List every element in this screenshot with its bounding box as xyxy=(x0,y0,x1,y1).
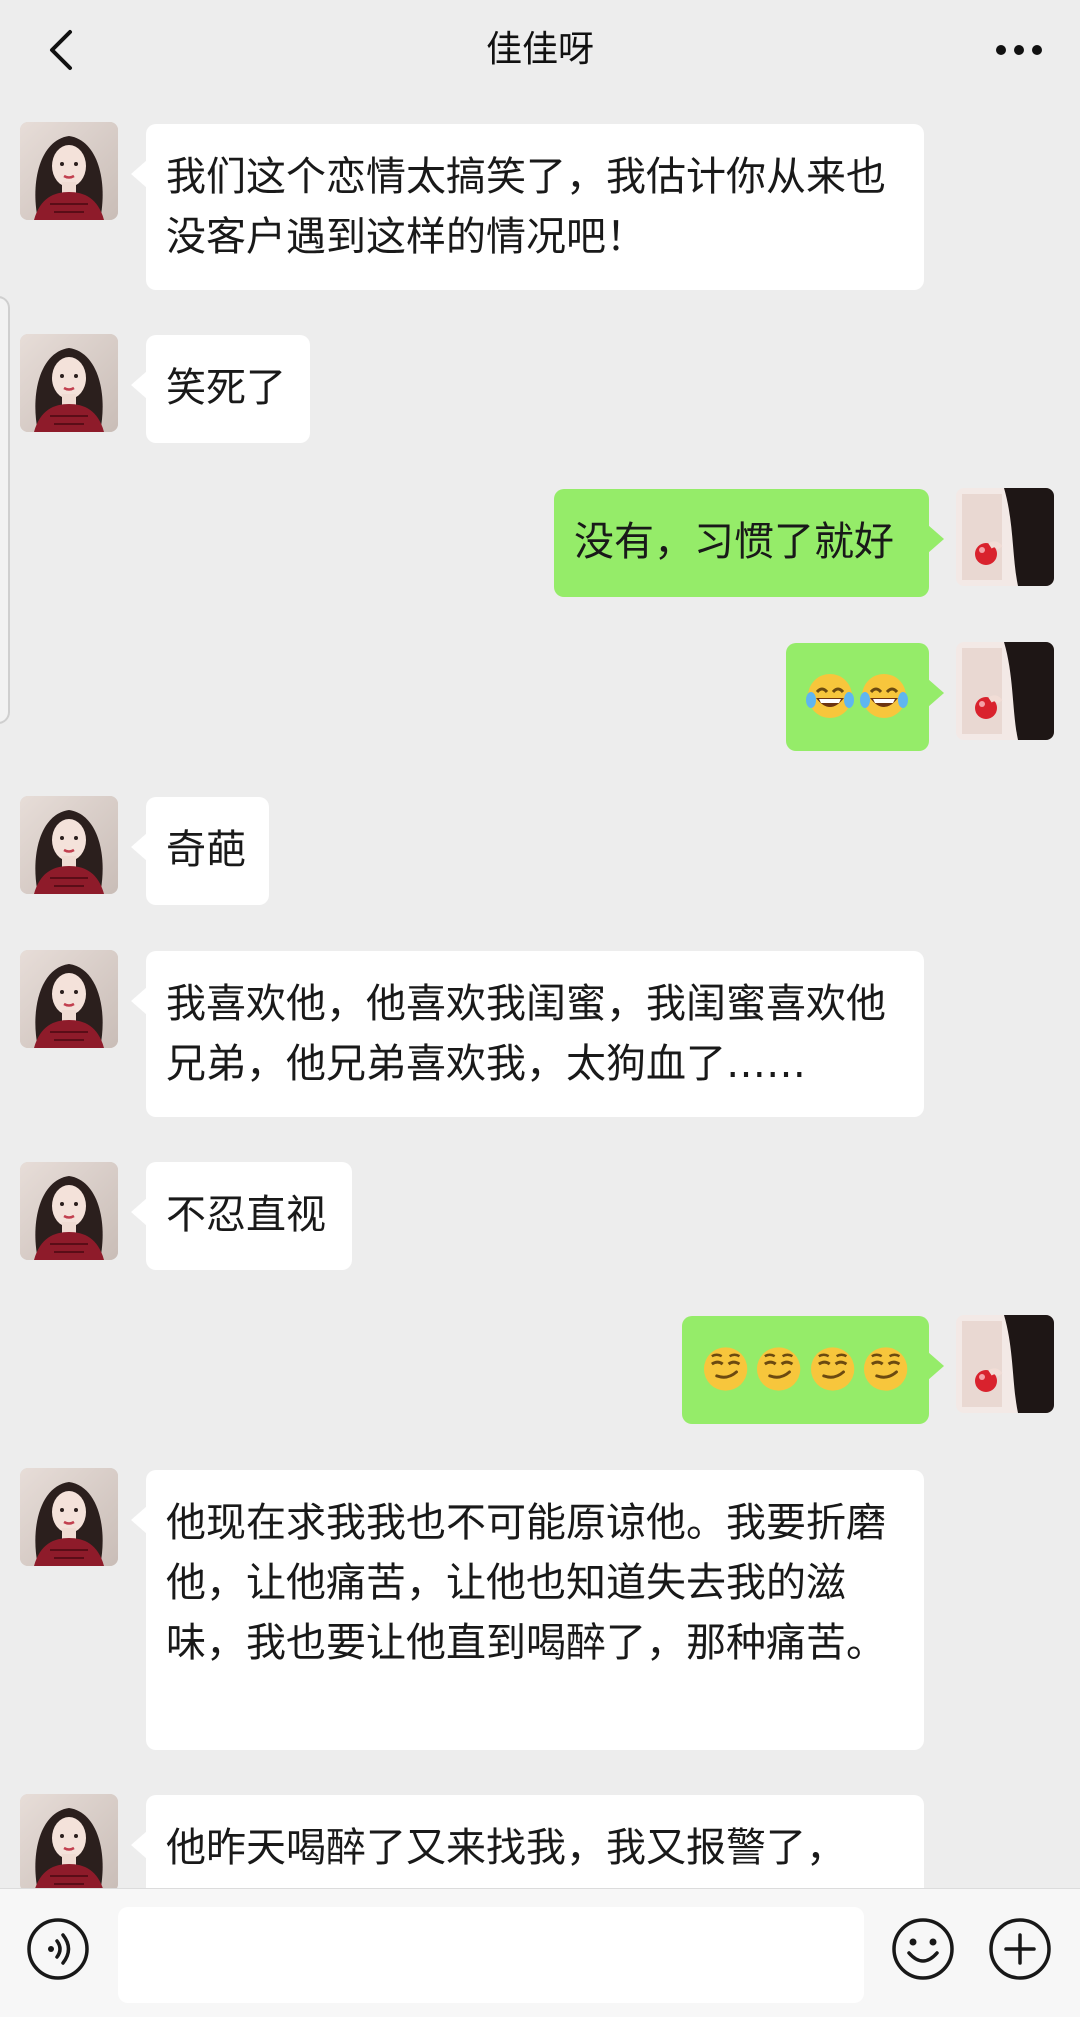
message-bubble-outgoing[interactable]: 没有，习惯了就好 xyxy=(554,489,944,597)
chat-title: 佳佳呀 xyxy=(485,29,594,70)
smirk-emoji-icon xyxy=(808,1345,856,1393)
message-text: 他现在求我我也不可能原谅他。我要折磨他，让他痛苦，让他也知道失去我的滋味，我也要… xyxy=(166,1500,886,1666)
tears-of-joy-emoji-icon xyxy=(804,672,856,720)
contact-avatar[interactable] xyxy=(20,334,118,432)
contact-avatar[interactable] xyxy=(20,1794,118,1892)
contact-avatar[interactable] xyxy=(20,950,118,1048)
message-bubble-outgoing[interactable] xyxy=(786,643,944,751)
tears-of-joy-emoji-icon xyxy=(858,672,910,720)
message-bubble-incoming[interactable]: 笑死了 xyxy=(131,335,310,443)
message-text: 奇葩 xyxy=(166,827,246,873)
smirk-emoji-icon xyxy=(755,1345,803,1393)
message-text: 他昨天喝醉了又来找我，我又报警了， xyxy=(166,1825,846,1871)
contact-avatar[interactable] xyxy=(20,796,118,894)
message-bubble-outgoing[interactable] xyxy=(682,1316,944,1424)
message-text: 我喜欢他，他喜欢我闺蜜，我闺蜜喜欢他兄弟，他兄弟喜欢我，太狗血了…… xyxy=(166,981,886,1087)
message-text: 笑死了 xyxy=(166,365,286,411)
smirk-emoji-icon xyxy=(862,1345,909,1393)
more-button[interactable] xyxy=(984,20,1054,80)
message-text: 我们这个恋情太搞笑了，我估计你从来也没客户遇到这样的情况吧！ xyxy=(166,154,886,260)
smirk-emoji-icon xyxy=(702,1345,749,1393)
input-bar xyxy=(0,1888,1080,2017)
self-avatar[interactable] xyxy=(956,488,1054,586)
message-text: 没有，习惯了就好 xyxy=(574,519,894,565)
edge-handle[interactable] xyxy=(0,296,10,724)
message-bubble-incoming[interactable]: 奇葩 xyxy=(131,797,269,905)
plus-circle-icon[interactable] xyxy=(988,1917,1052,1981)
self-avatar[interactable] xyxy=(956,1315,1054,1413)
contact-avatar[interactable] xyxy=(20,122,118,220)
voice-icon[interactable] xyxy=(26,1917,90,1981)
message-bubble-incoming[interactable]: 不忍直视 xyxy=(131,1162,352,1270)
contact-avatar[interactable] xyxy=(20,1468,118,1566)
message-bubble-incoming[interactable]: 我们这个恋情太搞笑了，我估计你从来也没客户遇到这样的情况吧！ xyxy=(131,124,924,290)
self-avatar[interactable] xyxy=(956,642,1054,740)
contact-avatar[interactable] xyxy=(20,1162,118,1260)
message-bubble-incoming[interactable]: 他现在求我我也不可能原谅他。我要折磨他，让他痛苦，让他也知道失去我的滋味，我也要… xyxy=(131,1470,924,1750)
emoji-smile-icon[interactable] xyxy=(891,1917,955,1981)
message-input[interactable] xyxy=(118,1907,864,2003)
more-dots-icon xyxy=(996,45,1042,55)
message-text: 不忍直视 xyxy=(166,1192,326,1238)
top-bar: 佳佳呀 xyxy=(0,0,1080,100)
message-bubble-incoming[interactable]: 我喜欢他，他喜欢我闺蜜，我闺蜜喜欢他兄弟，他兄弟喜欢我，太狗血了…… xyxy=(131,951,924,1117)
